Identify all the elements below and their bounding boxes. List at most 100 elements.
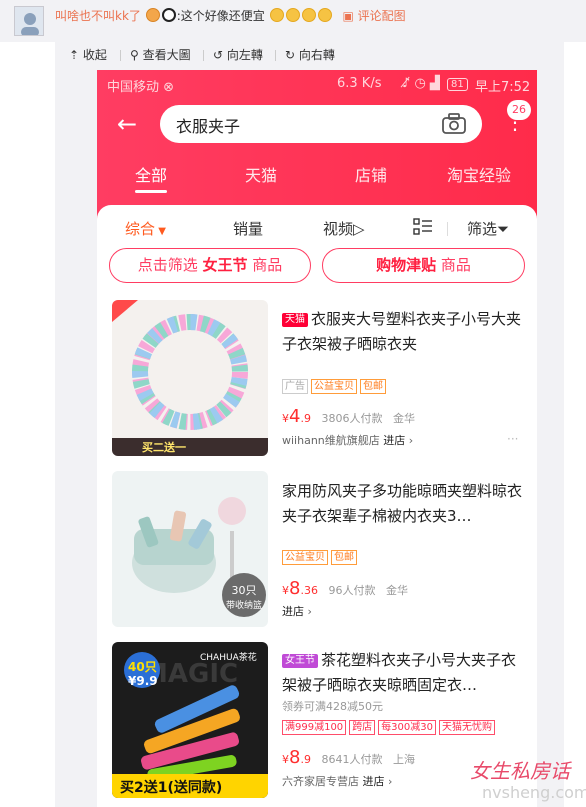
view-large-label: 查看大圖 [142, 48, 191, 62]
filter-button[interactable]: 筛选⏷ [467, 218, 509, 239]
product-title[interactable]: 女王节 茶花塑料衣夹子小号大夹子衣架被子晒晾衣夹晾晒固定衣… [282, 648, 522, 698]
battery-icon: 81 [447, 78, 468, 91]
image-basket-label: 带收纳篮 [225, 601, 262, 611]
watermark-site: nvsheng.com [482, 783, 586, 802]
product-title[interactable]: 家用防风夹子多功能晾晒夹塑料晾衣夹子衣架辈子棉被内衣夹3… [282, 479, 522, 529]
tab-all[interactable]: 全部 [135, 162, 167, 186]
shop-row[interactable]: 进店 › [282, 603, 312, 619]
search-header: 中国移动 ⊗ 6.3 K/s ♪̸ ◷ ▟ 81 早上7:52 ← 衣服夹子 ⋮… [97, 70, 537, 220]
sort-comprehensive-label: 综合 [125, 220, 156, 238]
image-price-label: ¥9.9 [128, 674, 158, 688]
more-options-icon[interactable]: ··· [507, 432, 518, 446]
enter-shop-link: 进店 [362, 775, 385, 788]
search-query: 衣服夹子 [176, 117, 241, 136]
cart-count-badge: 26 [507, 100, 531, 120]
pill-highlight: 女王节 [202, 256, 248, 274]
ship-location: 上海 [392, 753, 415, 766]
alarm-icon: ◷ [414, 76, 426, 91]
search-icon: ⚲ [130, 48, 143, 62]
free-shipping-badge: 包邮 [331, 550, 357, 565]
image-count-label: 30只 [231, 584, 257, 597]
shop-row[interactable]: 六齐家居专营店 进店 › [282, 773, 392, 789]
price-integer: 8 [289, 747, 301, 768]
watermark-logo: 女生私房话 [470, 759, 570, 783]
sort-video[interactable]: 视频▷ [323, 218, 365, 239]
ship-location: 金华 [392, 412, 415, 425]
product-image[interactable]: MAGIC CHAHUA茶花 40只 ¥9.9 买2送1(送同款) [112, 642, 268, 798]
rotate-left-button[interactable]: ↺ 向左轉 [213, 46, 263, 63]
shop-row[interactable]: wiihann维航旗舰店 进店 › [282, 432, 413, 448]
pill-suffix: 商品 [440, 256, 471, 274]
funnel-icon: ⏷ [497, 220, 510, 238]
camera-icon[interactable] [442, 113, 466, 135]
queen-festival-filter-pill[interactable]: 点击筛选 女王节 商品 [109, 248, 311, 283]
enter-shop-link: 进店 [383, 434, 406, 447]
comment-body: 这个好像还便宜 [180, 9, 265, 23]
status-time: 早上7:52 [475, 80, 531, 95]
shopping-allowance-pill[interactable]: 购物津贴 商品 [322, 248, 525, 283]
active-tab-indicator [135, 190, 167, 193]
product-price: ¥8.36 [282, 578, 318, 599]
collapse-button[interactable]: ⇡ 收起 [69, 46, 107, 63]
sort-sales[interactable]: 销量 [233, 218, 263, 239]
search-input[interactable]: 衣服夹子 [160, 105, 482, 143]
pill-highlight: 购物津贴 [376, 256, 437, 274]
signal-icon: ▟ [429, 76, 440, 91]
promo-badge: 每300减30 [378, 720, 436, 735]
laugh-emoji-icon [317, 8, 332, 22]
clothespin-ring-image [112, 300, 268, 456]
tab-tmall[interactable]: 天猫 [245, 162, 277, 186]
sold-count: 3806人付款 [321, 412, 383, 425]
sold-count: 8641人付款 [321, 753, 383, 766]
brand-label: CHAHUA茶花 [200, 653, 257, 663]
avatar[interactable] [14, 6, 44, 36]
rotate-left-label: 向左轉 [226, 48, 263, 62]
product-title-text: 衣服夹大号塑料衣夹子小号大夹子衣架被子晒晾衣夹 [282, 310, 522, 353]
comment-text: 叫啥也不叫kk了 :这个好像还便宜 ▣ 评论配图 [55, 7, 406, 24]
caret-down-icon: ▼ [155, 226, 166, 237]
play-icon: ▷ [353, 220, 365, 238]
tab-experience[interactable]: 淘宝经验 [447, 162, 511, 186]
image-count-label: 40只 [128, 660, 157, 674]
toolbar-divider [120, 50, 121, 61]
rotate-left-icon: ↺ [213, 48, 227, 62]
panda-emoji-icon [161, 8, 176, 22]
image-toolbar: ⇡ 收起 ⚲ 查看大圖 ↺ 向左轉 ↻ 向右轉 [55, 42, 564, 68]
comment-user[interactable]: 叫啥也不叫kk了 [55, 9, 141, 23]
tab-shops[interactable]: 店铺 [355, 162, 387, 186]
list-view-icon[interactable] [413, 218, 433, 236]
queen-festival-tag: 女王节 [282, 654, 318, 668]
free-shipping-badge: 包邮 [360, 379, 386, 394]
product-price-row: ¥8.36 96人付款 金华 [282, 578, 408, 599]
view-large-button[interactable]: ⚲ 查看大圖 [130, 46, 191, 63]
price-integer: 8 [289, 578, 301, 599]
laugh-emoji-icon [285, 8, 300, 22]
sort-comprehensive[interactable]: 综合 ▼ [125, 218, 166, 239]
taobao-screenshot: 中国移动 ⊗ 6.3 K/s ♪̸ ◷ ▟ 81 早上7:52 ← 衣服夹子 ⋮… [97, 70, 537, 807]
price-decimal: .9 [300, 412, 311, 425]
sort-divider [447, 222, 448, 236]
charity-badge: 公益宝贝 [282, 550, 328, 565]
toolbar-divider [275, 50, 276, 61]
tmall-guarantee-badge: 天猫无忧购 [439, 720, 495, 735]
rotate-right-label: 向右轉 [298, 48, 335, 62]
back-arrow-icon[interactable]: ← [117, 110, 137, 138]
coupon-text: 领券可满428减50元 [282, 700, 383, 713]
chevron-right-icon: › [405, 434, 414, 447]
product-image[interactable]: 买二送一 [112, 300, 268, 456]
status-icons: ♪̸ ◷ ▟ [402, 76, 440, 91]
comment-image-link[interactable]: ▣ 评论配图 [342, 9, 405, 23]
product-title[interactable]: 天猫 衣服夹大号塑料衣夹子小号大夹子衣架被子晒晾衣夹 [282, 307, 522, 357]
sold-count: 96人付款 [328, 584, 376, 597]
price-integer: 4 [289, 406, 301, 427]
laugh-emoji-icon [269, 8, 284, 22]
product-price-row: ¥4.9 3806人付款 金华 [282, 406, 415, 427]
rotate-right-button[interactable]: ↻ 向右轉 [285, 46, 335, 63]
laugh-emoji-icon [301, 8, 316, 22]
picture-icon: ▣ [342, 9, 358, 23]
tmall-tag: 天猫 [282, 313, 308, 327]
product-image[interactable]: 30只 带收纳篮 [112, 471, 268, 627]
shop-name: wiihann维航旗舰店 [282, 434, 380, 447]
product-price: ¥8.9 [282, 747, 311, 768]
cross-shop-badge: 跨店 [349, 720, 376, 735]
